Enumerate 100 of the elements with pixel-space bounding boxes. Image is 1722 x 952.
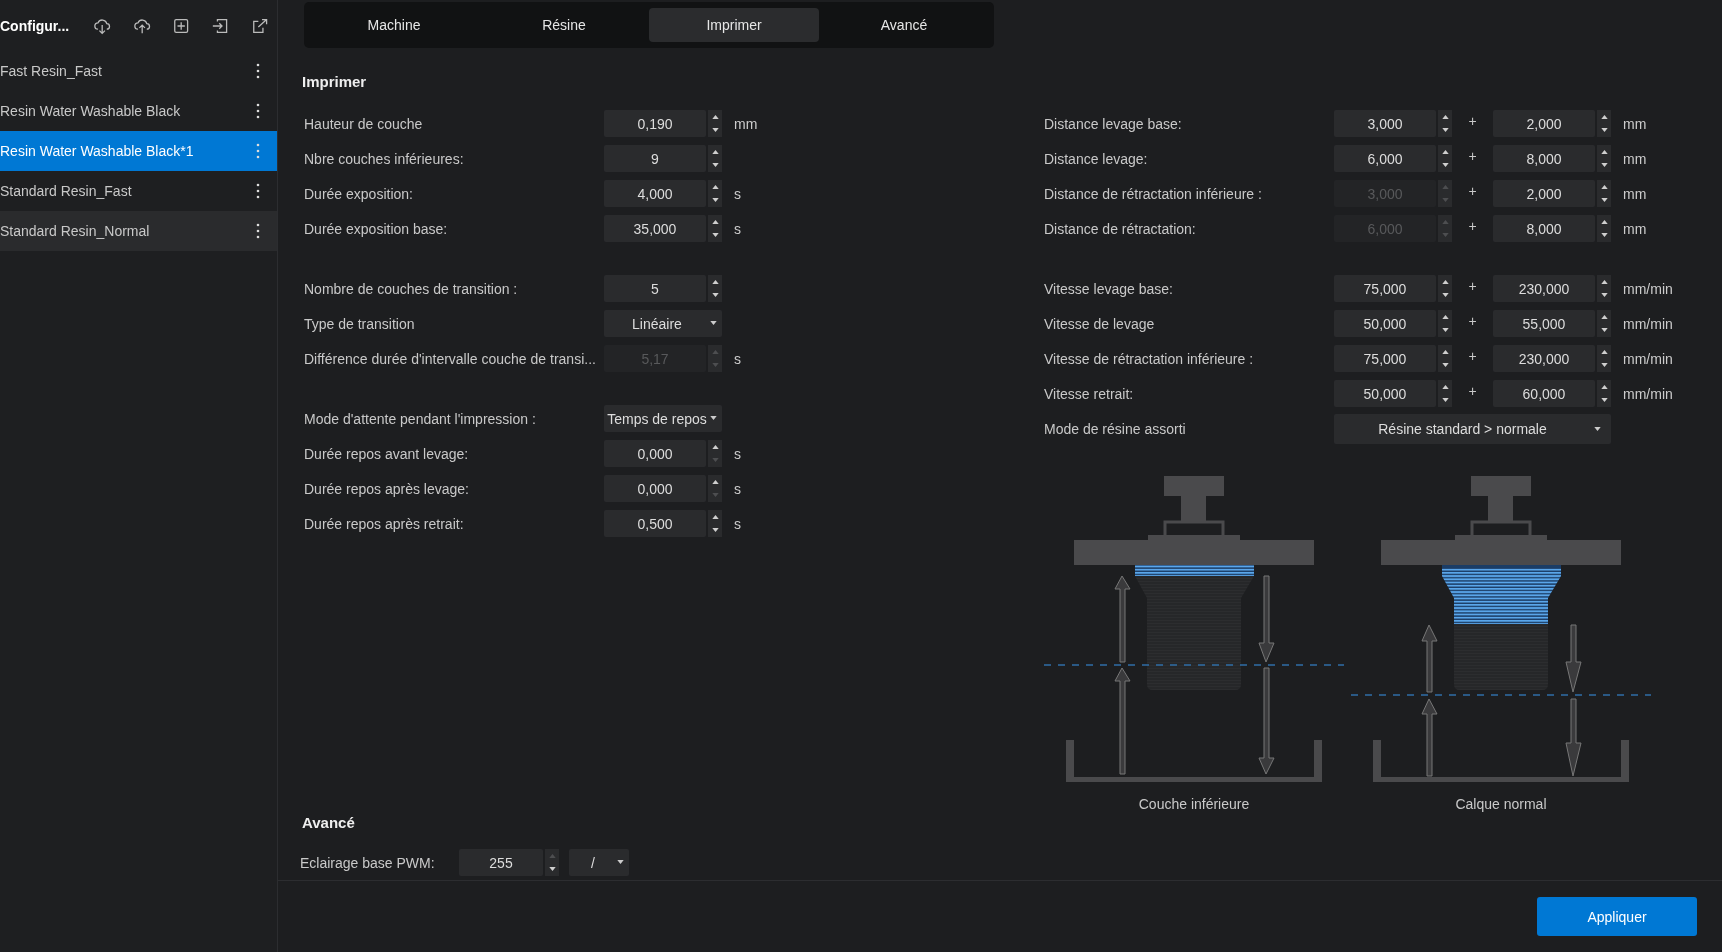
number-field[interactable]: 9 xyxy=(604,145,706,172)
caret-down-icon xyxy=(1600,398,1608,403)
profile-item[interactable]: Resin Water Washable Black xyxy=(0,91,277,131)
plus-sign: + xyxy=(1467,148,1478,164)
unit-label: mm/min xyxy=(1623,385,1673,402)
increment-button[interactable] xyxy=(1597,145,1611,159)
field-label: Durée exposition: xyxy=(304,185,414,202)
field-label: Distance levage base: xyxy=(1044,115,1183,132)
profile-item[interactable]: Standard Resin_Fast xyxy=(0,171,277,211)
increment-button[interactable] xyxy=(708,275,722,289)
number-field[interactable]: 4,000 xyxy=(604,180,706,207)
number-field[interactable]: 2,000 xyxy=(1493,110,1595,137)
number-field[interactable]: 230,000 xyxy=(1493,275,1595,302)
unit-label: mm xyxy=(1623,185,1647,202)
caret-down-icon xyxy=(711,128,719,133)
increment-button[interactable] xyxy=(708,215,722,229)
increment-button[interactable] xyxy=(1597,215,1611,229)
number-field[interactable]: 0,000 xyxy=(604,440,706,467)
more-options-icon[interactable] xyxy=(256,183,260,199)
unit-label: s xyxy=(734,515,741,532)
profile-item[interactable]: Resin Water Washable Black*1 xyxy=(0,131,277,171)
number-field[interactable]: 75,000 xyxy=(1334,275,1436,302)
caret-down-icon xyxy=(1600,233,1608,238)
section-title: Imprimer xyxy=(302,73,368,90)
field-label: Durée repos avant levage: xyxy=(304,445,470,462)
number-field[interactable]: 8,000 xyxy=(1493,215,1595,242)
number-field[interactable]: 2,000 xyxy=(1493,180,1595,207)
field-label: Type de transition xyxy=(304,315,416,332)
number-field[interactable]: 6,000 xyxy=(1334,145,1436,172)
unit-label: s xyxy=(734,350,741,367)
dropdown[interactable]: Temps de repos xyxy=(604,405,722,432)
caret-down-icon xyxy=(1600,163,1608,168)
number-field[interactable]: 8,000 xyxy=(1493,145,1595,172)
plus-sign: + xyxy=(1467,383,1478,399)
increment-button[interactable] xyxy=(1597,380,1611,394)
number-field[interactable]: 35,000 xyxy=(604,215,706,242)
more-options-icon[interactable] xyxy=(256,223,260,239)
more-options-icon[interactable] xyxy=(256,63,260,79)
caret-down-icon xyxy=(1441,363,1449,368)
number-field[interactable]: 0,000 xyxy=(604,475,706,502)
number-field[interactable]: 0,190 xyxy=(604,110,706,137)
number-field[interactable]: 50,000 xyxy=(1334,380,1436,407)
increment-button[interactable] xyxy=(1597,275,1611,289)
field-label: Vitesse levage base: xyxy=(1044,280,1174,297)
dropdown[interactable]: Linéaire xyxy=(604,310,722,337)
field-label: Hauteur de couche xyxy=(304,115,424,132)
increment-button[interactable] xyxy=(1438,145,1452,159)
caret-down-icon xyxy=(1594,426,1601,431)
number-field[interactable]: 50,000 xyxy=(1334,310,1436,337)
field-label: Distance de rétractation: xyxy=(1044,220,1197,237)
increment-button[interactable] xyxy=(1438,275,1452,289)
increment-button[interactable] xyxy=(1438,345,1452,359)
tab[interactable]: Résine xyxy=(479,8,649,42)
caret-down-icon xyxy=(710,416,717,420)
apply-button[interactable]: Appliquer xyxy=(1537,897,1697,936)
number-field[interactable]: 55,000 xyxy=(1493,310,1595,337)
tab[interactable]: Avancé xyxy=(819,8,989,42)
increment-button[interactable] xyxy=(708,510,722,524)
plus-sign: + xyxy=(1467,218,1478,234)
number-field[interactable]: 3,000 xyxy=(1334,110,1436,137)
increment-button[interactable] xyxy=(1597,310,1611,324)
profile-item[interactable]: Fast Resin_Fast xyxy=(0,51,277,91)
field-label: Distance levage: xyxy=(1044,150,1149,167)
field-label: Vitesse de rétractation inférieure : xyxy=(1044,350,1255,367)
tab[interactable]: Imprimer xyxy=(649,8,819,42)
section-title: Avancé xyxy=(302,814,356,831)
number-field[interactable]: 255 xyxy=(459,849,543,876)
increment-button[interactable] xyxy=(1438,380,1452,394)
field-label: Durée repos après levage: xyxy=(304,480,470,497)
sidebar-title: Configur... xyxy=(0,17,70,34)
increment-button[interactable] xyxy=(708,110,722,124)
dropdown[interactable]: Résine standard > normale xyxy=(1334,413,1611,444)
number-field[interactable]: 230,000 xyxy=(1493,345,1595,372)
increment-button[interactable] xyxy=(708,475,722,489)
increment-button[interactable] xyxy=(1597,345,1611,359)
number-field[interactable]: 75,000 xyxy=(1334,345,1436,372)
field-label: Nbre couches inférieures: xyxy=(304,150,465,167)
field-label: Eclairage base PWM: xyxy=(300,854,436,871)
increment-button[interactable] xyxy=(1438,110,1452,124)
more-options-icon[interactable] xyxy=(256,103,260,119)
increment-button[interactable] xyxy=(1597,180,1611,194)
caret-up-icon xyxy=(548,853,556,858)
increment-button[interactable] xyxy=(708,180,722,194)
number-field[interactable]: 0,500 xyxy=(604,510,706,537)
unit-label: mm xyxy=(734,115,758,132)
unit-label: mm xyxy=(1623,115,1647,132)
increment-button[interactable] xyxy=(708,145,722,159)
caret-down-icon xyxy=(1600,128,1608,133)
dropdown[interactable]: / xyxy=(569,849,629,876)
caret-down-icon xyxy=(711,458,719,463)
increment-button[interactable] xyxy=(1597,110,1611,124)
plus-sign: + xyxy=(1467,278,1478,294)
number-field[interactable]: 5 xyxy=(604,275,706,302)
increment-button[interactable] xyxy=(708,440,722,454)
caret-up-icon xyxy=(711,279,719,284)
unit-label: s xyxy=(734,220,741,237)
number-field[interactable]: 60,000 xyxy=(1493,380,1595,407)
tab[interactable]: Machine xyxy=(309,8,479,42)
increment-button[interactable] xyxy=(1438,310,1452,324)
profile-item[interactable]: Standard Resin_Normal xyxy=(0,211,277,251)
